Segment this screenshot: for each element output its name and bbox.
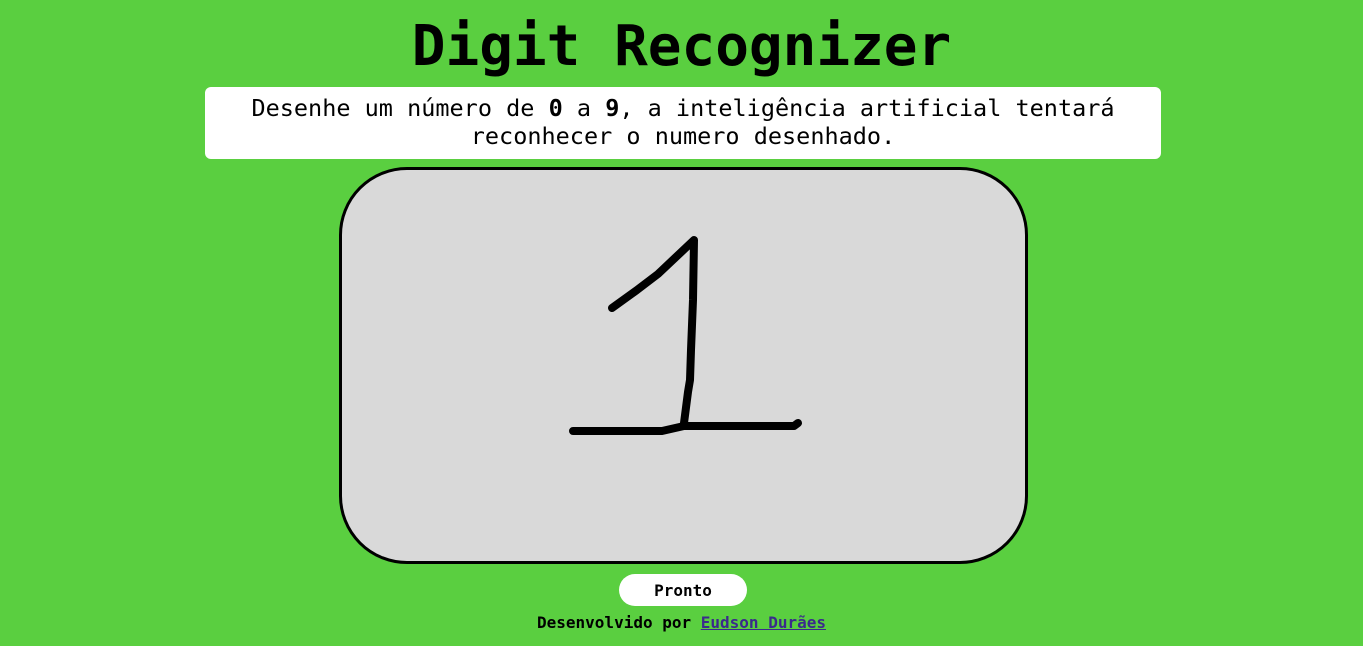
instructions-text-start: Desenhe um número de xyxy=(251,94,549,122)
drawn-digit xyxy=(569,236,802,435)
app-page: Digit Recognizer Desenhe um número de 0 … xyxy=(0,0,1363,646)
instructions-text-middle: a xyxy=(562,94,606,122)
drawn-stroke-base xyxy=(569,419,802,435)
footer-credit: Desenvolvido por Eudson Durães xyxy=(0,613,1363,633)
drawn-stroke-top xyxy=(608,236,698,427)
instructions-panel: Desenhe um número de 0 a 9, a inteligênc… xyxy=(205,87,1161,159)
drawing-canvas[interactable] xyxy=(339,167,1028,564)
instructions-digit-min: 0 xyxy=(548,94,563,122)
ready-button[interactable]: Pronto xyxy=(619,574,747,606)
instructions-digit-max: 9 xyxy=(605,94,620,122)
credit-prefix: Desenvolvido por xyxy=(537,613,701,632)
author-link[interactable]: Eudson Durães xyxy=(701,613,826,632)
page-title: Digit Recognizer xyxy=(411,14,952,79)
